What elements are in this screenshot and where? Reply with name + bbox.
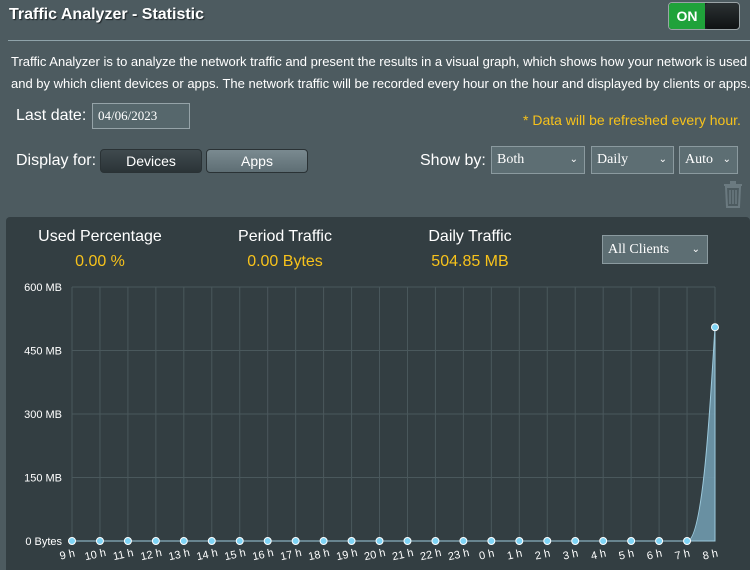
- x-tick-label: 16 h: [251, 547, 274, 563]
- data-point: [459, 537, 468, 545]
- y-tick-label: 150 MB: [24, 473, 62, 485]
- x-tick-label: 7 h: [674, 548, 691, 563]
- x-tick-label: 18 h: [307, 547, 330, 563]
- data-point: [179, 537, 188, 545]
- data-point: [711, 323, 719, 332]
- x-tick-label: 1 h: [506, 548, 523, 563]
- x-tick-label: 8 h: [702, 548, 719, 563]
- data-point: [543, 537, 552, 545]
- data-point: [683, 537, 692, 545]
- x-tick-label: 21 h: [391, 547, 414, 563]
- data-point: [95, 537, 104, 545]
- x-tick-label: 20 h: [363, 547, 386, 563]
- x-tick-label: 9 h: [59, 548, 76, 563]
- x-tick-label: 19 h: [335, 547, 358, 563]
- x-tick-label: 22 h: [419, 547, 442, 563]
- x-tick-label: 0 h: [478, 548, 495, 563]
- data-point: [375, 537, 384, 545]
- x-tick-label: 13 h: [167, 547, 190, 563]
- x-tick-label: 6 h: [646, 548, 663, 563]
- x-tick-label: 4 h: [590, 548, 607, 563]
- data-point: [123, 537, 132, 545]
- x-tick-label: 12 h: [140, 547, 163, 563]
- data-point: [403, 537, 412, 545]
- data-point: [319, 537, 328, 545]
- data-point: [68, 537, 76, 545]
- x-tick-label: 14 h: [195, 547, 218, 563]
- data-point: [263, 537, 272, 545]
- data-point: [291, 537, 300, 545]
- data-point: [207, 537, 216, 545]
- data-point: [627, 537, 636, 545]
- data-point: [431, 537, 440, 545]
- y-tick-label: 0 Bytes: [25, 536, 62, 548]
- x-tick-label: 11 h: [112, 547, 135, 563]
- data-point: [151, 537, 160, 545]
- traffic-chart: 0 Bytes 150 MB 300 MB 450 MB 600 MB 9 h 10 h 11…: [24, 282, 719, 563]
- x-tick-label: 3 h: [562, 548, 579, 563]
- y-tick-label: 300 MB: [24, 409, 62, 421]
- traffic-area: [71, 327, 716, 542]
- y-tick-label: 600 MB: [24, 282, 62, 294]
- x-tick-label: 2 h: [534, 548, 551, 563]
- data-point: [487, 537, 496, 545]
- data-point: [347, 537, 356, 545]
- data-point: [571, 537, 580, 545]
- data-point: [515, 537, 524, 545]
- x-tick-label: 5 h: [618, 548, 635, 563]
- x-tick-label: 15 h: [223, 547, 246, 563]
- x-tick-label: 10 h: [84, 547, 107, 563]
- data-point: [655, 537, 664, 545]
- x-tick-label: 23 h: [447, 547, 470, 563]
- x-tick-label: 17 h: [279, 547, 302, 563]
- y-tick-label: 450 MB: [24, 346, 62, 358]
- data-point: [599, 537, 608, 545]
- data-point: [235, 537, 244, 545]
